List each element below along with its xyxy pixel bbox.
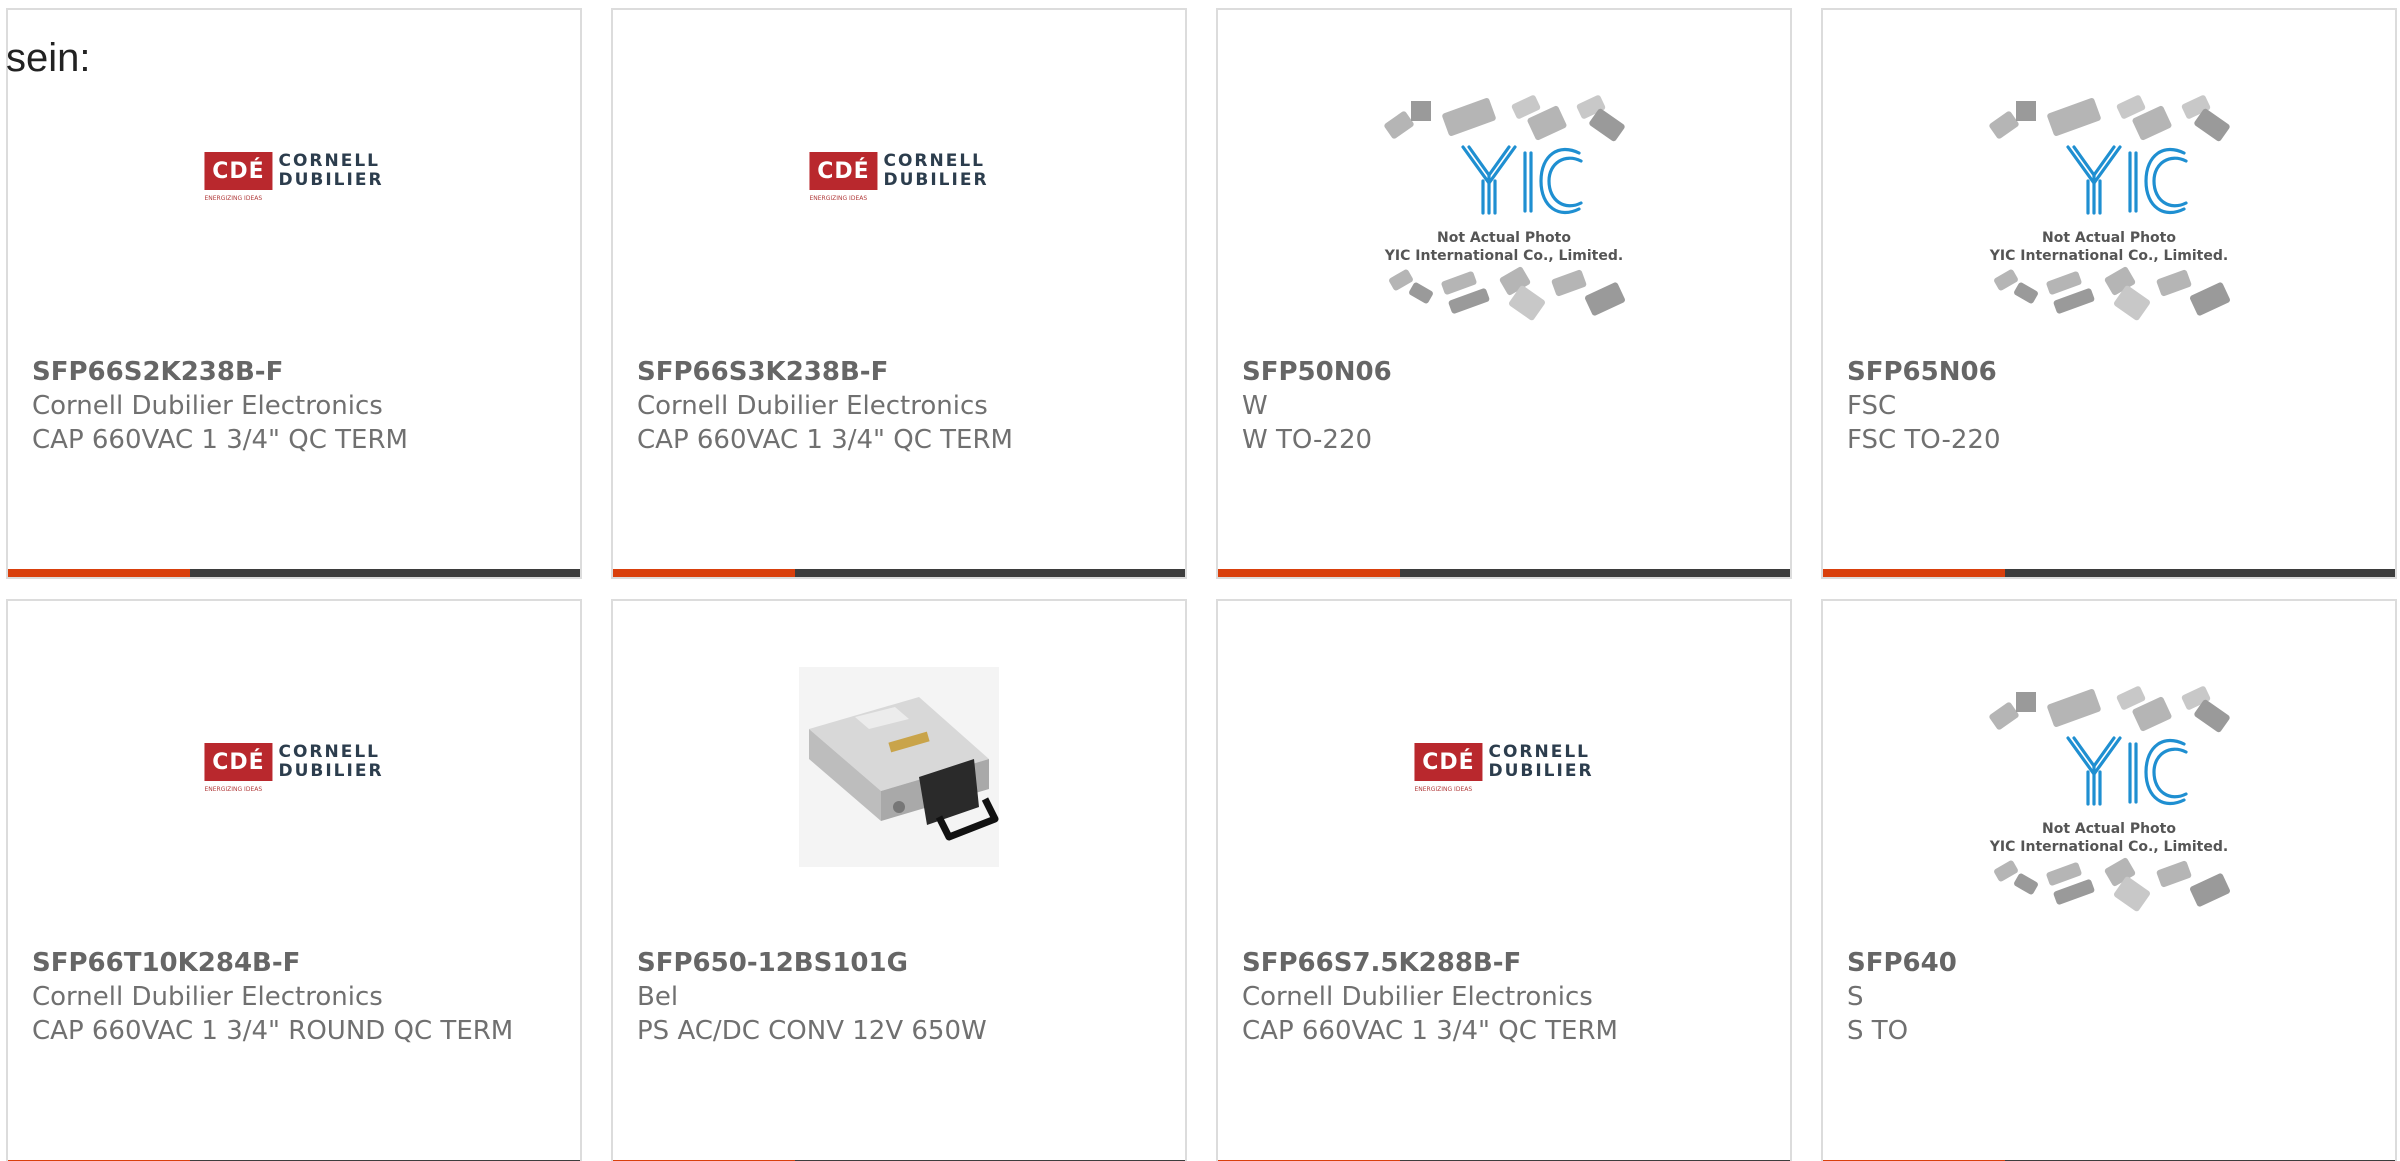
product-card[interactable]: CDÉ ENERGIZING IDEAS CORNELL DUBILIER SFP66S…: [6, 8, 582, 579]
part-number-link[interactable]: SFP66S3K238B-F: [637, 355, 1161, 389]
yic-caption: Not Actual Photo YIC International Co., L…: [1369, 229, 1639, 265]
part-number-link[interactable]: SFP65N06: [1847, 355, 2371, 389]
lead-text: sein:: [6, 36, 91, 80]
card-accent-bar: [1823, 569, 2395, 577]
cornell-dubilier-logo: CDÉ ENERGIZING IDEAS CORNELL DUBILIER: [1414, 743, 1593, 793]
yic-caption-line2: YIC International Co., Limited.: [1989, 839, 2229, 855]
card-accent-bar-orange: [8, 569, 190, 577]
card-accent-bar-dark: [795, 569, 1185, 577]
product-info: SFP650-12BS101G Bel PS AC/DC CONV 12V 650W: [637, 946, 1161, 1048]
product-info: SFP66S2K238B-F Cornell Dubilier Electroni…: [32, 355, 556, 457]
product-image[interactable]: [799, 667, 999, 867]
product-image[interactable]: Not Actual Photo YIC International Co., L…: [1369, 95, 1639, 335]
product-image[interactable]: CDÉ ENERGIZING IDEAS CORNELL DUBILIER: [204, 152, 383, 202]
card-accent-bar-dark: [190, 569, 580, 577]
yic-caption-line2: YIC International Co., Limited.: [1989, 248, 2229, 264]
cde-mark: CDÉ: [1414, 743, 1483, 781]
product-card[interactable]: Not Actual Photo YIC International Co., L…: [1216, 8, 1792, 579]
manufacturer-name: Cornell Dubilier Electronics: [637, 391, 988, 421]
cde-tagline: ENERGIZING IDEAS: [204, 786, 263, 793]
card-accent-bar-orange: [613, 569, 795, 577]
cde-word-dubilier: DUBILIER: [278, 761, 384, 781]
product-info: SFP50N06 W W TO-220: [1242, 355, 1766, 457]
cde-tagline: ENERGIZING IDEAS: [204, 195, 263, 202]
product-image[interactable]: CDÉ ENERGIZING IDEAS CORNELL DUBILIER: [809, 152, 988, 202]
cde-tagline: ENERGIZING IDEAS: [809, 195, 868, 202]
cde-word-dubilier: DUBILIER: [1488, 761, 1594, 781]
product-description: PS AC/DC CONV 12V 650W: [637, 1016, 987, 1046]
cornell-dubilier-logo: CDÉ ENERGIZING IDEAS CORNELL DUBILIER: [204, 152, 383, 202]
cde-word-cornell: CORNELL: [1488, 742, 1590, 762]
product-description: W TO-220: [1242, 425, 1373, 455]
card-accent-bar: [613, 569, 1185, 577]
cde-tagline: ENERGIZING IDEAS: [1414, 786, 1473, 793]
card-accent-bar-dark: [2005, 569, 2395, 577]
yic-placeholder-image: Not Actual Photo YIC International Co., L…: [1369, 95, 1639, 335]
cornell-dubilier-logo: CDÉ ENERGIZING IDEAS CORNELL DUBILIER: [204, 743, 383, 793]
part-number-link[interactable]: SFP50N06: [1242, 355, 1766, 389]
card-accent-bar: [8, 569, 580, 577]
product-description: CAP 660VAC 1 3/4" ROUND QC TERM: [32, 1016, 514, 1046]
product-card[interactable]: CDÉ ENERGIZING IDEAS CORNELL DUBILIER SFP66T…: [6, 599, 582, 1161]
cde-word-cornell: CORNELL: [278, 151, 380, 171]
cde-word-cornell: CORNELL: [883, 151, 985, 171]
product-description: S TO: [1847, 1016, 1909, 1046]
manufacturer-name: Bel: [637, 982, 679, 1012]
product-grid-page: sein: CDÉ ENERGIZING IDEAS CORNELL DUBILIER…: [0, 0, 2400, 1161]
manufacturer-name: W: [1242, 391, 1268, 421]
part-number-link[interactable]: SFP66S7.5K288B-F: [1242, 946, 1766, 980]
yic-caption: Not Actual Photo YIC International Co., L…: [1974, 229, 2244, 265]
cde-word-dubilier: DUBILIER: [883, 170, 989, 190]
product-card[interactable]: CDÉ ENERGIZING IDEAS CORNELL DUBILIER SFP66S…: [1216, 599, 1792, 1161]
product-info: SFP66T10K284B-F Cornell Dubilier Electron…: [32, 946, 556, 1048]
product-description: CAP 660VAC 1 3/4" QC TERM: [1242, 1016, 1618, 1046]
cde-mark: CDÉ: [809, 152, 878, 190]
product-card[interactable]: CDÉ ENERGIZING IDEAS CORNELL DUBILIER SFP66S…: [611, 8, 1187, 579]
card-accent-bar-dark: [1400, 569, 1790, 577]
yic-placeholder-image: Not Actual Photo YIC International Co., L…: [1974, 95, 2244, 335]
cde-mark: CDÉ: [204, 152, 273, 190]
product-description: FSC TO-220: [1847, 425, 2001, 455]
cde-mark: CDÉ: [204, 743, 273, 781]
manufacturer-name: S: [1847, 982, 1864, 1012]
cde-word-cornell: CORNELL: [278, 742, 380, 762]
card-accent-bar-orange: [1218, 569, 1400, 577]
product-info: SFP640 S S TO: [1847, 946, 2371, 1048]
yic-caption-line2: YIC International Co., Limited.: [1384, 248, 1624, 264]
part-number-link[interactable]: SFP640: [1847, 946, 2371, 980]
manufacturer-name: FSC: [1847, 391, 1897, 421]
manufacturer-name: Cornell Dubilier Electronics: [32, 982, 383, 1012]
yic-caption: Not Actual Photo YIC International Co., L…: [1974, 820, 2244, 856]
product-description: CAP 660VAC 1 3/4" QC TERM: [637, 425, 1013, 455]
card-accent-bar: [1218, 569, 1790, 577]
yic-caption-line1: Not Actual Photo: [2042, 230, 2176, 246]
product-image[interactable]: CDÉ ENERGIZING IDEAS CORNELL DUBILIER: [1414, 743, 1593, 793]
product-description: CAP 660VAC 1 3/4" QC TERM: [32, 425, 408, 455]
product-card[interactable]: SFP650-12BS101G Bel PS AC/DC CONV 12V 650W: [611, 599, 1187, 1161]
card-accent-bar-orange: [1823, 569, 2005, 577]
manufacturer-name: Cornell Dubilier Electronics: [32, 391, 383, 421]
part-number-link[interactable]: SFP650-12BS101G: [637, 946, 1161, 980]
manufacturer-name: Cornell Dubilier Electronics: [1242, 982, 1593, 1012]
product-image[interactable]: Not Actual Photo YIC International Co., L…: [1974, 95, 2244, 335]
part-number-link[interactable]: SFP66T10K284B-F: [32, 946, 556, 980]
product-info: SFP66S7.5K288B-F Cornell Dubilier Electro…: [1242, 946, 1766, 1048]
product-card[interactable]: Not Actual Photo YIC International Co., L…: [1821, 599, 2397, 1161]
product-image[interactable]: CDÉ ENERGIZING IDEAS CORNELL DUBILIER: [204, 743, 383, 793]
product-info: SFP66S3K238B-F Cornell Dubilier Electroni…: [637, 355, 1161, 457]
cornell-dubilier-logo: CDÉ ENERGIZING IDEAS CORNELL DUBILIER: [809, 152, 988, 202]
cde-word-dubilier: DUBILIER: [278, 170, 384, 190]
product-card[interactable]: Not Actual Photo YIC International Co., L…: [1821, 8, 2397, 579]
power-supply-photo: [799, 667, 999, 867]
product-image[interactable]: Not Actual Photo YIC International Co., L…: [1974, 686, 2244, 926]
yic-caption-line1: Not Actual Photo: [1437, 230, 1571, 246]
yic-placeholder-image: Not Actual Photo YIC International Co., L…: [1974, 686, 2244, 926]
part-number-link[interactable]: SFP66S2K238B-F: [32, 355, 556, 389]
product-info: SFP65N06 FSC FSC TO-220: [1847, 355, 2371, 457]
yic-caption-line1: Not Actual Photo: [2042, 821, 2176, 837]
